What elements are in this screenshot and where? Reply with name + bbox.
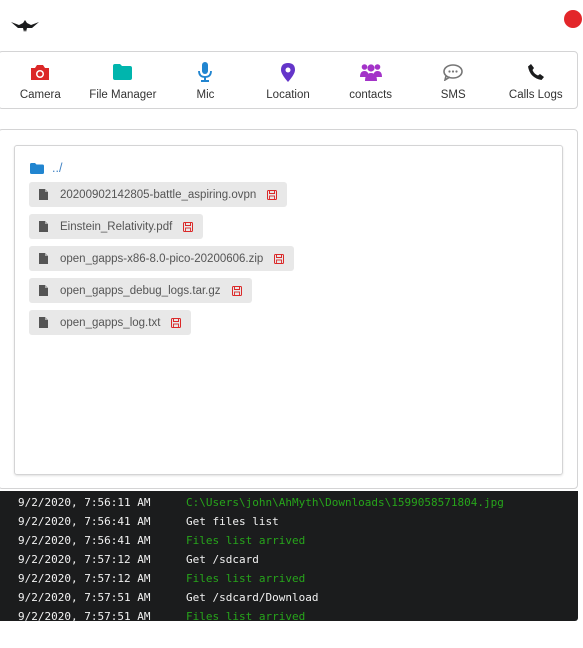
feature-menu: Camera File Manager Mic Location contact… [0,51,578,109]
save-icon[interactable] [267,189,278,200]
save-icon[interactable] [171,317,182,328]
log-timestamp: 9/2/2020, 7:57:51 AM [18,591,151,604]
folder-icon [112,61,134,83]
log-row: 9/2/2020, 7:56:41 AM Get files list [18,515,279,534]
log-timestamp: 9/2/2020, 7:57:12 AM [18,553,151,566]
file-name: open_gapps_debug_logs.tar.gz [60,284,221,297]
nav-calls-logs[interactable]: Calls Logs [494,52,577,108]
log-message: Get files list [186,515,279,528]
top-bar [0,0,583,50]
nav-label: Location [266,89,310,101]
log-message: C:\Users\john\AhMyth\Downloads\159905857… [186,496,504,509]
nav-label: Mic [196,89,215,101]
nav-label: contacts [349,89,393,101]
log-message: Get /sdcard [186,553,259,566]
file-item[interactable]: Einstein_Relativity.pdf [29,214,204,239]
nav-label: Camera [19,89,61,101]
users-icon [359,61,382,83]
log-timestamp: 9/2/2020, 7:56:41 AM [18,534,151,547]
save-icon[interactable] [274,253,285,264]
log-row: 9/2/2020, 7:57:51 AM Get /sdcard/Downloa… [18,591,318,610]
nav-camera[interactable]: Camera [0,52,82,108]
log-row: 9/2/2020, 7:56:41 AM Files list arrived [18,534,305,553]
file-item[interactable]: open_gapps_log.txt [29,310,192,335]
map-marker-icon [277,61,299,83]
file-list: ../ 20200902142805-battle_aspiring.ovpn … [14,145,563,475]
file-name: Einstein_Relativity.pdf [60,220,173,233]
log-row: 9/2/2020, 7:56:11 AM C:\Users\john\AhMyt… [18,496,504,515]
log-message: Files list arrived [186,534,306,547]
nav-label: File Manager [89,89,157,101]
file-item[interactable]: open_gapps_debug_logs.tar.gz [29,278,252,303]
bird-logo-icon [10,16,40,36]
status-indicator[interactable] [564,10,582,28]
comment-icon [442,61,464,83]
microphone-icon [194,61,216,83]
nav-label: SMS [440,89,466,101]
camera-icon [29,61,51,83]
log-timestamp: 9/2/2020, 7:57:51 AM [18,610,151,621]
file-name: 20200902142805-battle_aspiring.ovpn [60,188,257,201]
nav-file-manager[interactable]: File Manager [82,52,165,108]
save-icon[interactable] [183,221,194,232]
nav-contacts[interactable]: contacts [329,52,412,108]
log-row: 9/2/2020, 7:57:51 AM Files list arrived [18,610,305,621]
log-console[interactable]: 9/2/2020, 7:56:11 AM C:\Users\john\AhMyt… [0,491,578,621]
file-name: open_gapps-x86-8.0-pico-20200606.zip [60,252,264,265]
log-message: Get /sdcard/Download [186,591,319,604]
log-message: Files list arrived [186,610,306,621]
nav-mic[interactable]: Mic [164,52,247,108]
parent-directory-link[interactable]: ../ [30,161,62,175]
nav-label: Calls Logs [508,89,563,101]
log-timestamp: 9/2/2020, 7:56:41 AM [18,515,151,528]
nav-sms[interactable]: SMS [412,52,495,108]
nav-location[interactable]: Location [247,52,330,108]
folder-icon [30,162,44,174]
log-timestamp: 9/2/2020, 7:56:11 AM [18,496,151,509]
log-message: Files list arrived [186,572,306,585]
file-icon [39,317,48,328]
phone-icon [525,61,547,83]
file-icon [39,285,48,296]
file-manager-panel: ../ 20200902142805-battle_aspiring.ovpn … [0,129,578,489]
file-icon [39,253,48,264]
parent-directory-label: ../ [52,161,63,175]
log-row: 9/2/2020, 7:57:12 AM Get /sdcard [18,553,259,572]
file-icon [39,221,48,232]
log-timestamp: 9/2/2020, 7:57:12 AM [18,572,151,585]
file-name: open_gapps_log.txt [60,316,161,329]
save-icon[interactable] [231,285,242,296]
file-item[interactable]: 20200902142805-battle_aspiring.ovpn [29,182,288,207]
log-row: 9/2/2020, 7:57:12 AM Files list arrived [18,572,305,591]
file-item[interactable]: open_gapps-x86-8.0-pico-20200606.zip [29,246,295,271]
file-icon [39,189,48,200]
